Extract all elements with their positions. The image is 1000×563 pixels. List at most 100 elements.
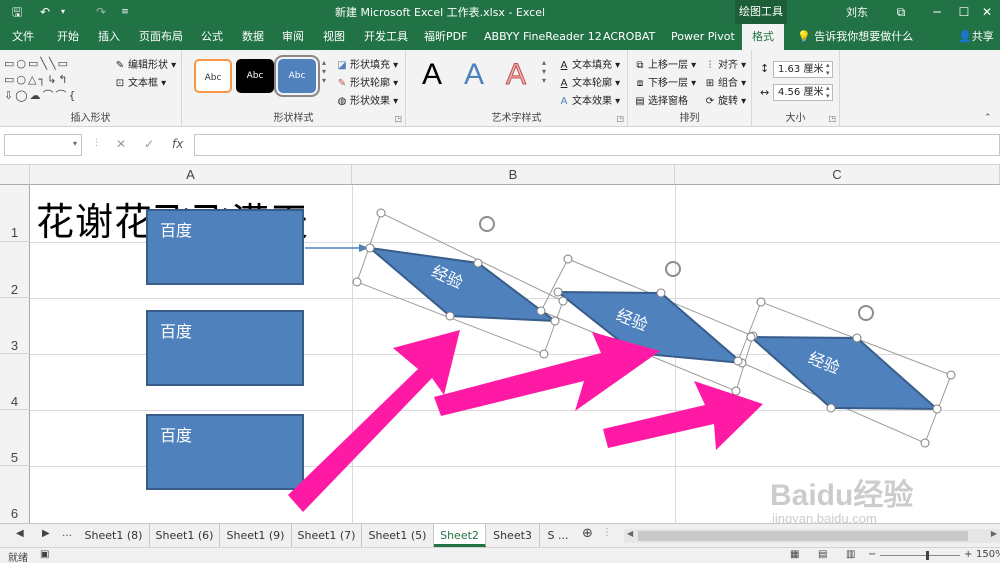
shape-outline-label: 形状轮廓 xyxy=(350,78,390,89)
shape-outline-button[interactable]: ✎ 形状轮廓 ▾ xyxy=(336,74,398,89)
text-fill-icon: A xyxy=(560,60,568,71)
collapse-ribbon-icon[interactable]: ⌃ xyxy=(984,113,992,123)
add-sheet-icon[interactable]: ⊕ xyxy=(582,526,593,541)
user-name[interactable]: 刘东 xyxy=(846,4,868,20)
normal-view-icon[interactable]: ▦ xyxy=(790,549,799,560)
sheet-tab[interactable]: Sheet1 (9) xyxy=(220,524,292,547)
enter-icon[interactable]: ✓ xyxy=(144,137,154,151)
horizontal-scrollbar[interactable]: ◀ ▶ xyxy=(624,529,1000,543)
sheet-tab[interactable]: Sheet1 (7) xyxy=(292,524,362,547)
text-effects-button[interactable]: A 文本效果 ▾ xyxy=(558,92,621,107)
zoom-slider[interactable] xyxy=(880,555,960,556)
parallelogram-shape[interactable]: 经验 xyxy=(366,246,559,323)
wordart-style-outline[interactable]: A xyxy=(505,58,526,92)
ribbon-display-icon[interactable]: ⧉ xyxy=(886,2,916,22)
bring-forward-button[interactable]: ⧉ 上移一层 ▾ xyxy=(634,56,696,71)
width-spinner-icon[interactable]: ▴ ▾ xyxy=(826,84,830,100)
zoom-level[interactable]: 150% xyxy=(976,549,1000,560)
tab-page-layout[interactable]: 页面布局 xyxy=(139,24,183,50)
tab-developer[interactable]: 开发工具 xyxy=(364,24,408,50)
tab-format[interactable]: 格式 xyxy=(742,24,784,50)
sheet-tab[interactable]: Sheet1 (6) xyxy=(150,524,220,547)
close-icon[interactable]: ✕ xyxy=(972,2,1000,22)
parallelogram-shape[interactable]: 经验 xyxy=(748,335,940,411)
cancel-icon[interactable]: ✕ xyxy=(116,137,126,151)
shape-width-input[interactable]: 4.56 厘米 xyxy=(773,84,833,101)
scroll-right-icon[interactable]: ▶ xyxy=(991,529,997,538)
page-break-view-icon[interactable]: ▥ xyxy=(846,549,855,560)
tab-data[interactable]: 数据 xyxy=(242,24,264,50)
shape-style-blue[interactable]: Abc xyxy=(274,55,320,97)
rotate-icon: ⟳ xyxy=(705,96,715,107)
group-label: 组合 xyxy=(718,78,738,89)
share-button[interactable]: 👤共享 xyxy=(958,27,994,47)
shape-fill-button[interactable]: ◪ 形状填充 ▾ xyxy=(336,56,398,71)
selection-pane-button[interactable]: ▤ 选择窗格 xyxy=(634,92,688,107)
shape-style-gallery-scroll[interactable]: ▴ ▾ ▾ xyxy=(322,58,326,85)
name-box[interactable]: ▾ xyxy=(4,134,82,156)
edit-shape-button[interactable]: ✎ 编辑形状 ▾ xyxy=(114,56,176,71)
zoom-out-icon[interactable]: − xyxy=(868,549,876,560)
page-layout-view-icon[interactable]: ▤ xyxy=(818,549,827,560)
macro-record-icon[interactable]: ▣ xyxy=(40,549,49,560)
wordart-gallery-scroll[interactable]: ▴ ▾ ▾ xyxy=(542,58,546,85)
wordart-launcher-icon[interactable]: ◳ xyxy=(616,114,624,123)
group-label-wordart: 艺术字样式 xyxy=(491,113,542,124)
shapes-gallery[interactable]: ▭○▭╲╲▭ ▭○△┐↳↰ ⇩◯☁⌒⌒{ xyxy=(4,56,104,104)
sheet-tab[interactable]: Sheet1 (5) xyxy=(362,524,434,547)
shape-styles-launcher-icon[interactable]: ◳ xyxy=(394,114,402,123)
tab-abbyy[interactable]: ABBYY FineReader 12 xyxy=(484,24,602,50)
tab-power-pivot[interactable]: Power Pivot xyxy=(671,24,735,50)
formula-input[interactable] xyxy=(194,134,1000,156)
worksheet-grid[interactable]: A B C 1 2 3 4 5 6 花谢花飞飞满天 百度 百度 百度 经验 xyxy=(0,165,1000,523)
drawing-tools-context-label: 绘图工具 xyxy=(735,0,787,24)
sheet-tab[interactable]: Sheet3 xyxy=(486,524,540,547)
sheet-tab[interactable]: Sheet1 (8) xyxy=(78,524,150,547)
sheet-tab[interactable]: S ... xyxy=(540,524,576,547)
group-button[interactable]: ⊞ 组合 ▾ xyxy=(704,74,746,89)
height-spinner-icon[interactable]: ▴ ▾ xyxy=(826,61,830,77)
group-wordart-styles: A A A ▴ ▾ ▾ A 文本填充 ▾ A 文本轮廓 ▾ A 文本效果 ▾ 艺术字样式 … xyxy=(406,50,628,127)
size-launcher-icon[interactable]: ◳ xyxy=(828,114,836,123)
lightbulb-icon: 💡 xyxy=(797,30,811,43)
wordart-style-blue[interactable]: A xyxy=(464,58,484,92)
person-icon: 👤 xyxy=(958,30,972,43)
text-fill-button[interactable]: A 文本填充 ▾ xyxy=(558,56,621,71)
group-insert-shapes: ▭○▭╲╲▭ ▭○△┐↳↰ ⇩◯☁⌒⌒{ ✎ 编辑形状 ▾ ⊡ 文本框 ▾ 插入形状 xyxy=(0,50,182,127)
wordart-style-black[interactable]: A xyxy=(422,58,442,92)
send-backward-label: 下移一层 xyxy=(648,78,688,89)
tab-insert[interactable]: 插入 xyxy=(98,24,120,50)
zoom-slider-knob[interactable] xyxy=(926,551,929,560)
shape-style-orange[interactable]: Abc xyxy=(194,59,232,93)
sheet-tab-active[interactable]: Sheet2 xyxy=(434,524,486,547)
zoom-in-icon[interactable]: + xyxy=(964,549,972,560)
tab-acrobat[interactable]: ACROBAT xyxy=(603,24,655,50)
tab-review[interactable]: 审阅 xyxy=(282,24,304,50)
shape-style-black[interactable]: Abc xyxy=(236,59,274,93)
tab-formulas[interactable]: 公式 xyxy=(201,24,223,50)
scroll-left-icon[interactable]: ◀ xyxy=(627,529,633,538)
name-box-dropdown-icon[interactable]: ▾ xyxy=(73,139,77,148)
tab-file[interactable]: 文件 xyxy=(12,24,34,50)
connector-arrow[interactable] xyxy=(305,244,369,252)
tell-me-search[interactable]: 💡 告诉我你想要做什么 xyxy=(797,24,913,50)
tab-foxit-pdf[interactable]: 福昕PDF xyxy=(424,24,467,50)
next-sheet-icon[interactable]: ▶ xyxy=(42,528,50,539)
text-outline-button[interactable]: A 文本轮廓 ▾ xyxy=(558,74,621,89)
insert-function-icon[interactable]: fx xyxy=(172,137,183,151)
text-box-button[interactable]: ⊡ 文本框 ▾ xyxy=(114,74,166,89)
shape-effects-button[interactable]: ◍ 形状效果 ▾ xyxy=(336,92,399,107)
prev-sheet-icon[interactable]: ◀ xyxy=(16,528,24,539)
tab-home[interactable]: 开始 xyxy=(57,24,79,50)
scrollbar-thumb[interactable] xyxy=(638,531,968,541)
rotate-button[interactable]: ⟳ 旋转 ▾ xyxy=(704,92,746,107)
minimize-icon[interactable]: ─ xyxy=(922,2,952,22)
group-arrange: ⧉ 上移一层 ▾ ⧈ 下移一层 ▾ ▤ 选择窗格 ⫶ 对齐 ▾ ⊞ 组合 ▾ ⟳ 旋转 ▾ … xyxy=(628,50,752,127)
more-sheets-icon[interactable]: … xyxy=(62,528,72,539)
title-bar: 🖫 ↶ ▾ ↷ ≡ 新建 Microsoft Excel 工作表.xlsx - … xyxy=(0,0,1000,24)
tab-split-grip-icon[interactable]: ⋮ xyxy=(602,527,612,538)
shape-height-input[interactable]: 1.63 厘米 xyxy=(773,61,833,78)
align-button[interactable]: ⫶ 对齐 ▾ xyxy=(704,56,746,71)
tab-view[interactable]: 视图 xyxy=(323,24,345,50)
send-backward-button[interactable]: ⧈ 下移一层 ▾ xyxy=(634,74,696,89)
